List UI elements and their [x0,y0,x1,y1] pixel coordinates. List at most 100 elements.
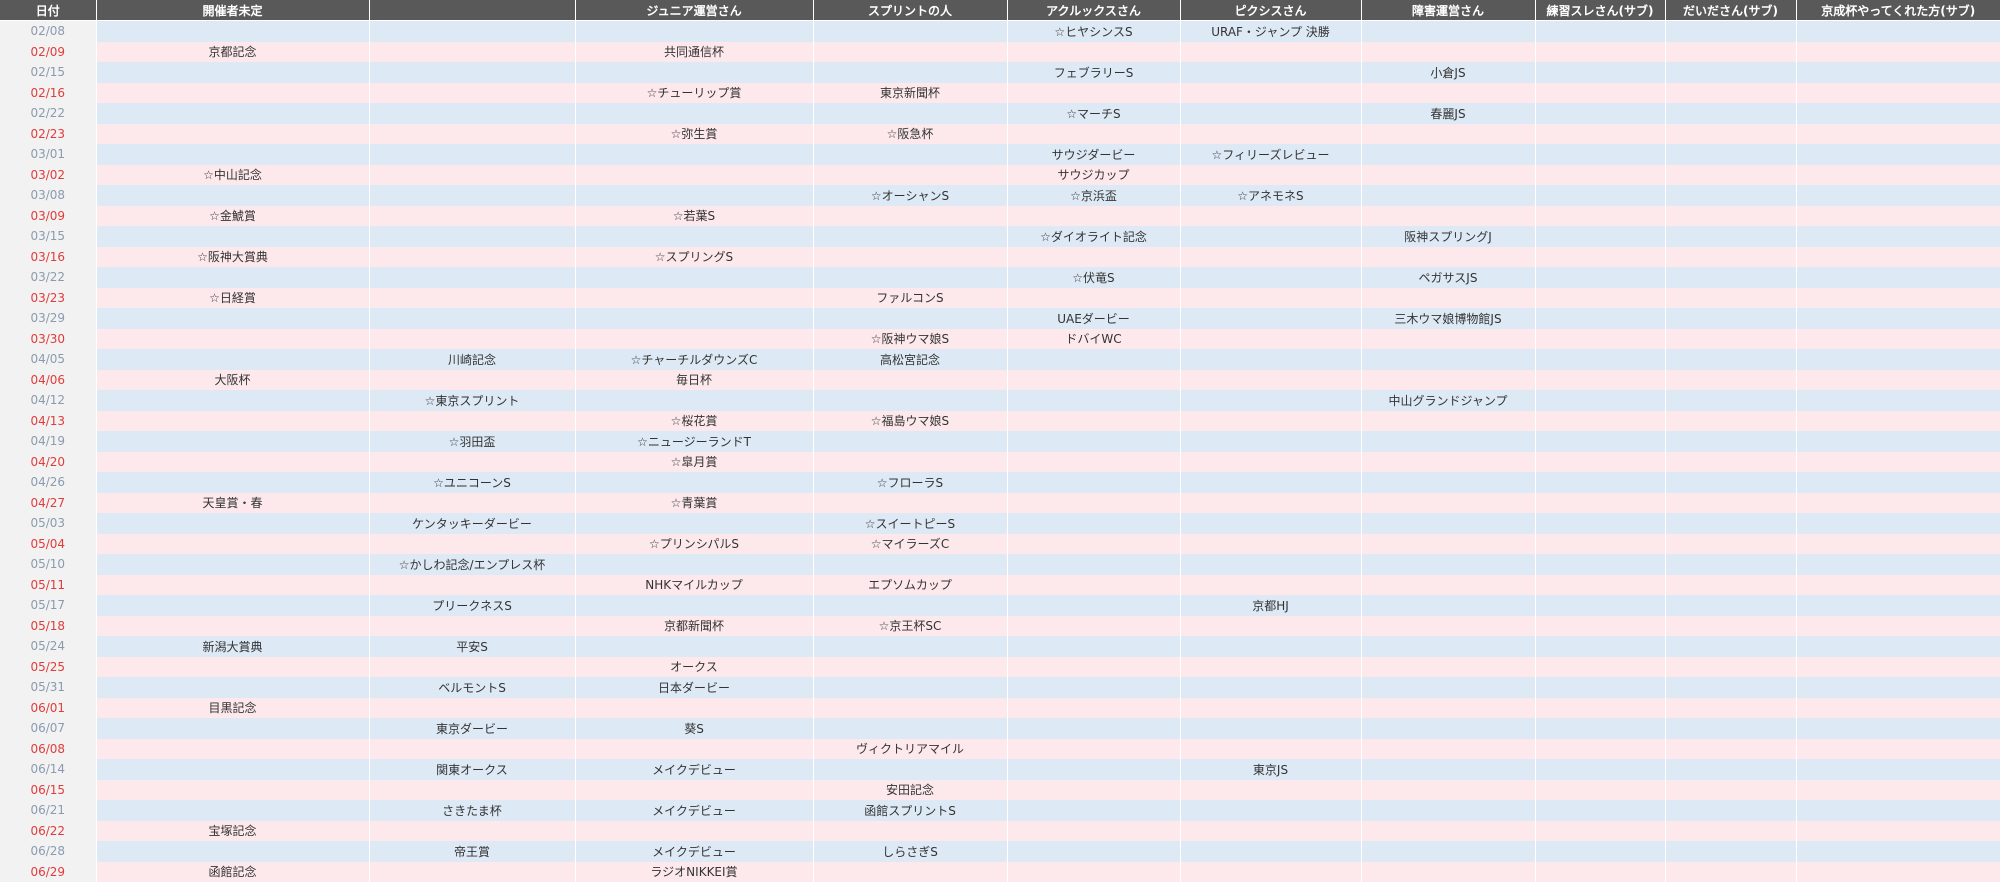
table-cell[interactable]: 函館スプリントS [812,800,1007,821]
table-cell[interactable]: ☆阪神大賞典 [95,246,369,267]
table-cell[interactable]: プリークネスS [368,595,575,616]
date-cell[interactable]: 04/26 [0,472,96,493]
table-cell[interactable] [1664,41,1796,62]
table-cell[interactable]: 毎日杯 [574,369,813,390]
table-cell[interactable] [1360,328,1535,349]
table-cell[interactable] [1664,164,1796,185]
table-cell[interactable] [95,431,369,452]
table-cell[interactable] [95,759,369,780]
table-cell[interactable] [1664,82,1796,103]
header-cell[interactable] [368,0,575,21]
table-cell[interactable]: エプソムカップ [812,574,1007,595]
table-cell[interactable] [95,841,369,862]
table-cell[interactable]: ☆皐月賞 [574,451,813,472]
table-cell[interactable] [1664,492,1796,513]
table-cell[interactable] [812,390,1007,411]
table-cell[interactable] [1795,62,2000,83]
table-cell[interactable] [574,185,813,206]
date-cell[interactable]: 02/23 [0,123,96,144]
header-cell[interactable]: ジュニア運営さん [574,0,813,21]
table-cell[interactable]: 日本ダービー [574,677,813,698]
table-cell[interactable] [368,656,575,677]
table-cell[interactable] [1179,718,1361,739]
table-cell[interactable] [1664,697,1796,718]
table-cell[interactable] [812,759,1007,780]
table-cell[interactable]: メイクデビュー [574,759,813,780]
header-cell[interactable]: ピクシスさん [1179,0,1361,21]
table-cell[interactable]: ☆阪神ウマ娘S [812,328,1007,349]
table-cell[interactable] [1795,759,2000,780]
table-cell[interactable] [1006,636,1180,657]
table-cell[interactable] [574,164,813,185]
table-cell[interactable]: 関東オークス [368,759,575,780]
table-cell[interactable] [812,492,1007,513]
date-cell[interactable]: 05/25 [0,656,96,677]
table-cell[interactable] [574,20,813,42]
table-cell[interactable] [1360,574,1535,595]
table-cell[interactable] [1360,677,1535,698]
date-cell[interactable]: 02/09 [0,41,96,62]
table-cell[interactable]: 葵S [574,718,813,739]
table-cell[interactable] [812,205,1007,226]
table-cell[interactable] [1664,738,1796,759]
table-cell[interactable] [812,861,1007,882]
table-cell[interactable] [1534,656,1665,677]
table-cell[interactable] [1534,738,1665,759]
header-cell[interactable]: アクルックスさん [1006,0,1180,21]
table-cell[interactable] [1795,677,2000,698]
table-cell[interactable]: さきたま杯 [368,800,575,821]
table-cell[interactable] [95,533,369,554]
table-cell[interactable]: 東京JS [1179,759,1361,780]
table-cell[interactable] [368,861,575,882]
table-cell[interactable] [95,451,369,472]
table-cell[interactable]: ☆フローラS [812,472,1007,493]
table-cell[interactable] [1006,779,1180,800]
table-cell[interactable] [95,410,369,431]
table-cell[interactable]: ☆桜花賞 [574,410,813,431]
date-cell[interactable]: 02/15 [0,62,96,83]
table-cell[interactable] [812,308,1007,329]
table-cell[interactable] [1006,800,1180,821]
table-cell[interactable] [1006,472,1180,493]
table-cell[interactable] [1664,185,1796,206]
table-cell[interactable] [812,246,1007,267]
table-cell[interactable] [368,205,575,226]
table-cell[interactable]: ☆日経賞 [95,287,369,308]
table-cell[interactable] [1664,431,1796,452]
date-cell[interactable]: 03/01 [0,144,96,165]
table-cell[interactable] [368,164,575,185]
table-cell[interactable]: サウジダービー [1006,144,1180,165]
table-cell[interactable] [1664,410,1796,431]
table-cell[interactable]: ☆伏竜S [1006,267,1180,288]
table-cell[interactable] [1179,820,1361,841]
table-cell[interactable]: 安田記念 [812,779,1007,800]
table-cell[interactable] [1006,205,1180,226]
table-cell[interactable]: 平安S [368,636,575,657]
table-cell[interactable] [1795,164,2000,185]
table-cell[interactable] [1664,20,1796,42]
table-cell[interactable] [1360,410,1535,431]
table-cell[interactable] [1664,103,1796,124]
table-cell[interactable] [1664,267,1796,288]
table-cell[interactable]: しらさぎS [812,841,1007,862]
table-cell[interactable]: ☆福島ウマ娘S [812,410,1007,431]
table-cell[interactable] [1795,246,2000,267]
table-cell[interactable] [1795,41,2000,62]
table-cell[interactable] [1534,328,1665,349]
table-cell[interactable]: ☆プリンシパルS [574,533,813,554]
table-cell[interactable] [1795,205,2000,226]
table-cell[interactable] [574,820,813,841]
table-cell[interactable] [1534,390,1665,411]
table-cell[interactable] [368,41,575,62]
table-cell[interactable]: ☆青葉賞 [574,492,813,513]
table-cell[interactable] [95,144,369,165]
table-cell[interactable]: 大阪杯 [95,369,369,390]
table-cell[interactable]: メイクデビュー [574,841,813,862]
table-cell[interactable] [1664,390,1796,411]
table-cell[interactable] [1795,697,2000,718]
date-cell[interactable]: 06/07 [0,718,96,739]
table-cell[interactable] [1360,595,1535,616]
table-cell[interactable] [1179,205,1361,226]
table-cell[interactable] [1795,820,2000,841]
table-cell[interactable] [368,697,575,718]
